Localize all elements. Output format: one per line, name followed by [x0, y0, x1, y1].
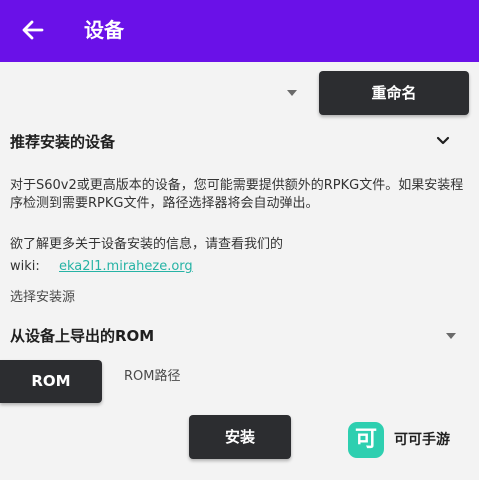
app-bar: 设备 — [0, 0, 479, 62]
recommended-devices-title: 推荐安装的设备 — [10, 133, 116, 151]
rpkg-description: 对于S60v2或更高版本的设备，您可能需要提供额外的RPKG文件。如果安装程序检… — [10, 178, 464, 211]
install-source-select[interactable]: 从设备上导出的ROM — [0, 319, 479, 353]
recommended-devices-header[interactable]: 推荐安装的设备 — [0, 122, 479, 160]
install-button[interactable]: 安装 — [189, 415, 291, 459]
dropdown-arrow-icon — [446, 333, 456, 339]
dropdown-arrow-icon — [287, 90, 297, 96]
watermark: 可 可可手游 — [348, 419, 473, 463]
rename-button[interactable]: 重命名 — [319, 71, 469, 115]
device-select[interactable] — [0, 70, 305, 114]
more-info-text: 欲了解更多关于设备安装的信息，请查看我们的 — [10, 237, 284, 252]
chevron-down-icon — [436, 136, 450, 145]
rom-button[interactable]: ROM — [0, 360, 102, 403]
install-source-value: 从设备上导出的ROM — [10, 327, 155, 345]
back-button[interactable] — [18, 13, 50, 47]
wiki-link[interactable]: eka2l1.miraheze.org — [59, 258, 193, 276]
watermark-logo-char: 可 — [354, 427, 377, 452]
install-source-label: 选择安装源 — [10, 290, 76, 305]
rom-path-text: ROM路径 — [124, 369, 181, 384]
arrow-left-icon — [22, 20, 44, 40]
watermark-logo: 可 — [348, 422, 384, 458]
wiki-label: wiki: — [10, 259, 40, 274]
watermark-text: 可可手游 — [394, 432, 450, 448]
device-install-screen: 设备 重命名 推荐安装的设备 对于S60v2或更高版本的设备，您可能需要提供额外… — [0, 0, 479, 480]
page-title: 设备 — [84, 18, 124, 42]
